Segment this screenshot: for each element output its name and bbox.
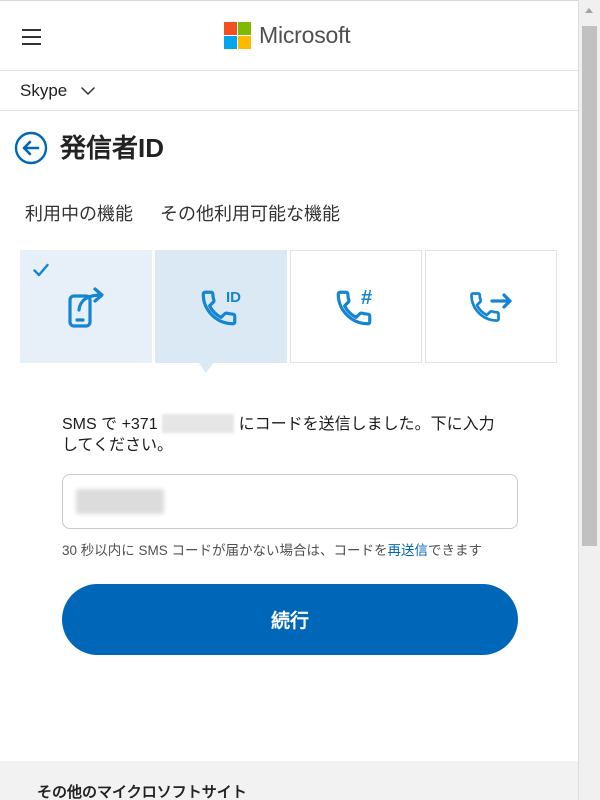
back-button[interactable] — [14, 131, 48, 165]
menu-bar — [22, 29, 41, 31]
microsoft-home-link[interactable]: Microsoft — [224, 21, 351, 49]
caller-id-icon: ID — [201, 289, 241, 325]
call-forwarding-icon — [470, 291, 512, 322]
site-footer: その他のマイクロソフトサイト — [0, 761, 578, 800]
product-label: Skype — [20, 81, 68, 100]
vertical-scrollbar[interactable] — [578, 0, 600, 800]
resend-hint-prefix: 30 秒以内に SMS コードが届かない場合は、コードを — [62, 543, 388, 558]
menu-button[interactable] — [16, 23, 47, 51]
skype-number-icon: # — [336, 287, 372, 325]
scroll-up-button[interactable] — [579, 0, 600, 22]
continue-button[interactable]: 続行 — [62, 584, 518, 655]
skype-number-icon-text: # — [361, 287, 372, 309]
scroll-up-arrow-icon — [585, 8, 593, 13]
redacted-phone-number — [161, 414, 234, 433]
scrollbar-thumb[interactable] — [582, 26, 597, 546]
resend-hint-suffix: できます — [428, 543, 483, 558]
hamburger-menu-icon — [22, 29, 41, 45]
verification-code-input[interactable] — [63, 475, 517, 528]
feature-tile-skype-number[interactable]: # — [290, 250, 422, 363]
logo-square-yellow — [238, 35, 251, 49]
product-menu-button[interactable]: Skype — [20, 80, 95, 102]
brand-name: Microsoft — [259, 22, 351, 48]
verification-form: SMS で +371 にコードを送信しました。下に入力してください。 30 秒以内… — [62, 406, 518, 658]
footer-section-title: その他のマイクロソフトサイト — [37, 784, 247, 800]
mobile-forward-icon — [68, 286, 104, 328]
site-header: Microsoft — [0, 1, 578, 71]
sms-message-prefix: SMS で +371 — [62, 416, 158, 433]
menu-bar — [22, 36, 41, 38]
group-label-other-available: その他利用可能な機能 — [160, 204, 340, 224]
caller-id-icon-text: ID — [226, 289, 241, 306]
logo-square-red — [224, 21, 237, 35]
microsoft-logo-icon — [224, 21, 251, 49]
back-arrow-icon — [14, 131, 48, 165]
page-title: 発信者ID — [60, 133, 165, 163]
feature-tile-mobile-forward[interactable] — [20, 250, 152, 363]
logo-square-green — [238, 21, 251, 35]
feature-tiles: ID # — [20, 250, 557, 373]
product-nav: Skype — [0, 71, 578, 111]
logo-square-blue — [224, 35, 237, 49]
group-label-in-use: 利用中の機能 — [25, 204, 133, 224]
resend-hint: 30 秒以内に SMS コードが届かない場合は、コードを再送信できます — [62, 542, 482, 560]
page-viewport: Microsoft Skype 発信者ID 利用中の機能 その他利用可能な機能 — [0, 0, 578, 800]
resend-code-link[interactable]: 再送信 — [388, 543, 429, 558]
chevron-down-icon — [81, 87, 95, 95]
selected-tile-pointer — [199, 363, 213, 373]
sms-sent-message: SMS で +371 にコードを送信しました。下に入力してください。 — [62, 414, 506, 456]
feature-tile-caller-id[interactable]: ID — [155, 250, 287, 373]
feature-tile-call-forwarding[interactable] — [425, 250, 557, 363]
menu-bar — [22, 43, 41, 45]
checkmark-icon — [33, 263, 49, 277]
verification-code-field — [62, 474, 518, 529]
